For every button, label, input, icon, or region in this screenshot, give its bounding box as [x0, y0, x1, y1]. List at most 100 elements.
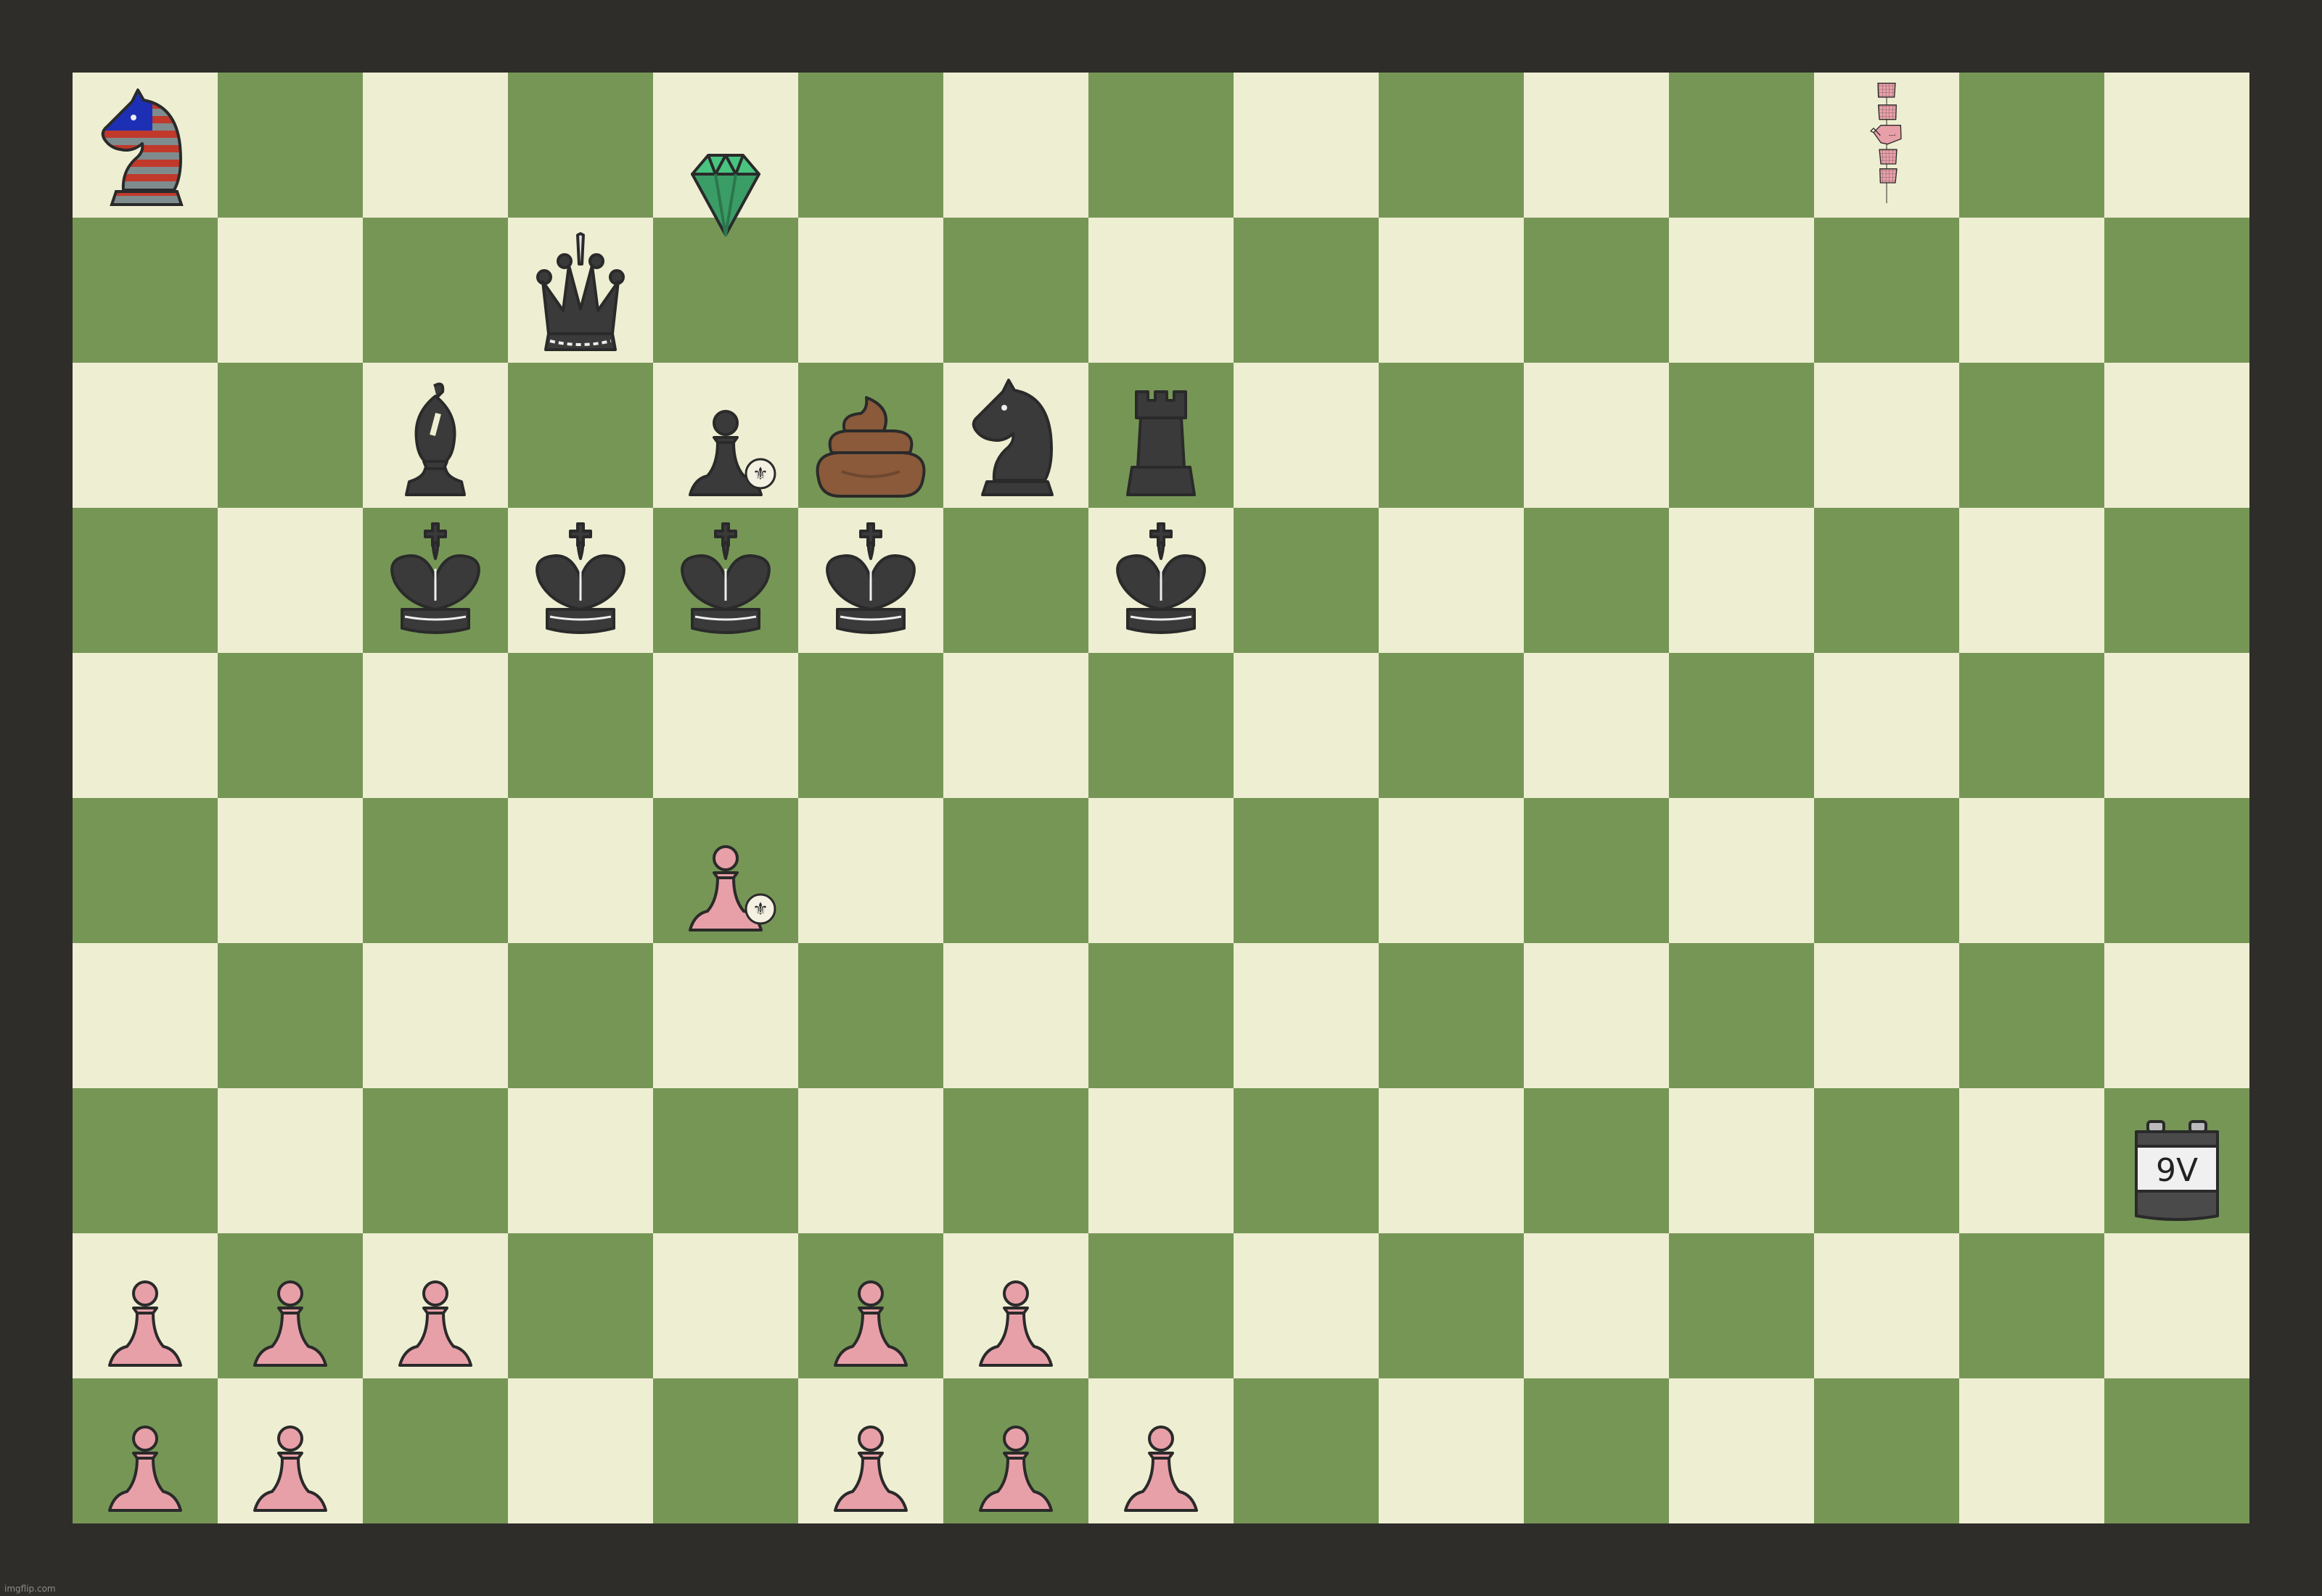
square-o3[interactable]: 9V [2104, 1088, 2249, 1233]
pink-pawn-piece[interactable] [218, 1378, 363, 1523]
square-m8[interactable] [1814, 363, 1959, 508]
square-k8[interactable] [1524, 363, 1669, 508]
square-k1[interactable] [1524, 1378, 1669, 1523]
square-g4[interactable] [943, 943, 1088, 1088]
square-j2[interactable] [1379, 1233, 1524, 1378]
poop-piece[interactable] [798, 363, 943, 508]
square-k9[interactable] [1524, 218, 1669, 363]
square-k2[interactable] [1524, 1233, 1669, 1378]
pink-pawn-fleur-piece[interactable]: ⚜ [653, 798, 798, 943]
square-a4[interactable] [73, 943, 218, 1088]
square-d1[interactable] [508, 1378, 653, 1523]
pink-pawn-icon[interactable] [979, 1280, 1053, 1367]
square-g1[interactable] [943, 1378, 1088, 1523]
square-h8[interactable] [1088, 363, 1234, 508]
square-e2[interactable] [653, 1233, 798, 1378]
black-king-icon[interactable] [681, 522, 771, 634]
square-l4[interactable] [1669, 943, 1814, 1088]
square-l9[interactable] [1669, 218, 1814, 363]
black-king-piece[interactable] [798, 508, 943, 653]
square-f1[interactable] [798, 1378, 943, 1523]
square-g7[interactable] [943, 508, 1088, 653]
square-n2[interactable] [1959, 1233, 2104, 1378]
square-a8[interactable] [73, 363, 218, 508]
square-o4[interactable] [2104, 943, 2249, 1088]
square-o10[interactable] [2104, 73, 2249, 218]
black-king-piece[interactable] [1088, 508, 1234, 653]
square-e7[interactable] [653, 508, 798, 653]
pink-pawn-piece[interactable] [943, 1378, 1088, 1523]
pink-pawn-piece[interactable] [218, 1233, 363, 1378]
square-o9[interactable] [2104, 218, 2249, 363]
square-l2[interactable] [1669, 1233, 1814, 1378]
square-c9[interactable] [363, 218, 508, 363]
pink-pawn-icon[interactable] [834, 1280, 908, 1367]
square-j7[interactable] [1379, 508, 1524, 653]
square-d6[interactable] [508, 653, 653, 798]
square-e8[interactable]: ⚜ [653, 363, 798, 508]
black-queen-icon[interactable] [536, 232, 625, 351]
square-b6[interactable] [218, 653, 363, 798]
square-b1[interactable] [218, 1378, 363, 1523]
square-o1[interactable] [2104, 1378, 2249, 1523]
square-n10[interactable] [1959, 73, 2104, 218]
square-i10[interactable] [1234, 73, 1379, 218]
square-c6[interactable] [363, 653, 508, 798]
square-f9[interactable] [798, 218, 943, 363]
square-k3[interactable] [1524, 1088, 1669, 1233]
square-j4[interactable] [1379, 943, 1524, 1088]
square-h7[interactable] [1088, 508, 1234, 653]
pink-pawn-piece[interactable] [73, 1378, 218, 1523]
square-o2[interactable] [2104, 1233, 2249, 1378]
square-l5[interactable] [1669, 798, 1814, 943]
square-e4[interactable] [653, 943, 798, 1088]
square-d3[interactable] [508, 1088, 653, 1233]
square-e1[interactable] [653, 1378, 798, 1523]
satellite-piece[interactable] [1814, 73, 1959, 218]
pink-pawn-piece[interactable] [1088, 1378, 1234, 1523]
square-l1[interactable] [1669, 1378, 1814, 1523]
black-queen-piece[interactable] [508, 232, 653, 377]
square-k7[interactable] [1524, 508, 1669, 653]
black-bishop-piece[interactable] [363, 363, 508, 508]
square-a9[interactable] [73, 218, 218, 363]
square-e6[interactable] [653, 653, 798, 798]
square-l8[interactable] [1669, 363, 1814, 508]
square-n9[interactable] [1959, 218, 2104, 363]
square-m2[interactable] [1814, 1233, 1959, 1378]
square-d10[interactable] [508, 73, 653, 218]
square-d2[interactable] [508, 1233, 653, 1378]
square-i4[interactable] [1234, 943, 1379, 1088]
square-h5[interactable] [1088, 798, 1234, 943]
square-i7[interactable] [1234, 508, 1379, 653]
square-n6[interactable] [1959, 653, 2104, 798]
square-g8[interactable] [943, 363, 1088, 508]
square-m3[interactable] [1814, 1088, 1959, 1233]
square-a1[interactable] [73, 1378, 218, 1523]
pink-pawn-icon[interactable] [253, 1280, 327, 1367]
black-king-icon[interactable] [826, 522, 916, 634]
black-king-piece[interactable] [363, 508, 508, 653]
pink-pawn-piece[interactable] [943, 1233, 1088, 1378]
square-n8[interactable] [1959, 363, 2104, 508]
square-i8[interactable] [1234, 363, 1379, 508]
square-d4[interactable] [508, 943, 653, 1088]
pink-pawn-icon[interactable] [979, 1426, 1053, 1512]
square-m4[interactable] [1814, 943, 1959, 1088]
square-m5[interactable] [1814, 798, 1959, 943]
square-c4[interactable] [363, 943, 508, 1088]
square-h2[interactable] [1088, 1233, 1234, 1378]
square-g6[interactable] [943, 653, 1088, 798]
square-a3[interactable] [73, 1088, 218, 1233]
square-o7[interactable] [2104, 508, 2249, 653]
pink-pawn-piece[interactable] [798, 1378, 943, 1523]
square-i9[interactable] [1234, 218, 1379, 363]
square-g9[interactable] [943, 218, 1088, 363]
square-o5[interactable] [2104, 798, 2249, 943]
square-j8[interactable] [1379, 363, 1524, 508]
square-i2[interactable] [1234, 1233, 1379, 1378]
square-c5[interactable] [363, 798, 508, 943]
poop-icon[interactable] [816, 396, 926, 498]
square-h10[interactable] [1088, 73, 1234, 218]
square-b7[interactable] [218, 508, 363, 653]
